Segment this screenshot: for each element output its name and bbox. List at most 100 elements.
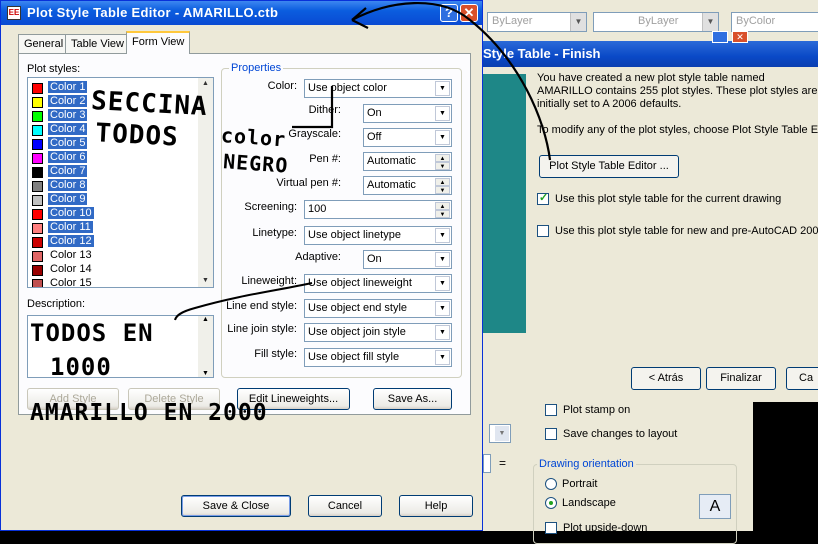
dither-select[interactable]: On ▼ (363, 104, 452, 123)
combo-value: ByLayer (492, 15, 533, 27)
spin-up-icon[interactable]: ▲ (435, 202, 450, 210)
button-label: Save As... (387, 393, 438, 405)
button-label: Save & Close (202, 500, 270, 512)
save-as-button[interactable]: Save As... (373, 388, 452, 410)
plot-style-name: Color 9 (48, 193, 88, 205)
color-swatch (32, 265, 43, 276)
tab-form-view[interactable]: Form View (126, 31, 191, 54)
checkbox[interactable] (545, 522, 557, 535)
plot-style-combo[interactable]: ByColor (731, 12, 818, 32)
checkbox[interactable] (537, 191, 549, 206)
checkbox[interactable] (537, 225, 549, 238)
color-value: Use object color (308, 82, 387, 94)
spin-down-icon[interactable]: ▼ (435, 186, 450, 194)
use-for-current-drawing[interactable]: Use this plot style table for the curren… (537, 191, 782, 206)
small-combo[interactable]: ▼ (489, 424, 511, 443)
grayscale-value: Off (367, 131, 382, 143)
virtual-pen-label: Virtual pen #: (276, 177, 341, 189)
virtual-pen-stepper[interactable]: Automatic ▲ ▼ (363, 176, 452, 195)
plot-style-name: Color 11 (48, 221, 93, 233)
tab-general[interactable]: General (18, 34, 70, 53)
equals-sign: = (499, 456, 507, 470)
upside-down-option[interactable]: Plot upside-down (545, 522, 647, 535)
linetype-label: Linetype: (252, 227, 297, 239)
small-combo-2[interactable] (483, 454, 491, 473)
plot-stamp-option[interactable]: Plot stamp on (545, 404, 631, 417)
radio[interactable] (545, 497, 557, 510)
screening-value: 100 (308, 203, 327, 215)
use-for-new-drawings[interactable]: Use this plot style table for new and pr… (537, 225, 818, 238)
landscape-option[interactable]: Landscape (545, 497, 616, 510)
checkbox-label: Plot stamp on (563, 404, 631, 416)
radio-label: Portrait (562, 478, 598, 490)
spin-up-icon[interactable]: ▲ (435, 154, 450, 162)
layer-lineweight-combo[interactable]: ByLayer ▼ (593, 12, 719, 32)
plot-style-table-editor-button[interactable]: Plot Style Table Editor ... (539, 155, 679, 178)
combo-value: ByColor (736, 15, 776, 27)
back-button[interactable]: < Atrás (631, 367, 701, 390)
linetype-select[interactable]: Use object linetype ▼ (304, 226, 452, 245)
color-swatch (32, 209, 43, 220)
finish-window-title: Style Table - Finish (483, 46, 601, 61)
portrait-option[interactable]: Portrait (545, 478, 598, 491)
save-changes-option[interactable]: Save changes to layout (545, 428, 677, 441)
color-swatch (32, 181, 43, 192)
annotation-yellow-in: AMARILLO EN 2000 (30, 398, 268, 428)
color-swatch (32, 223, 43, 234)
cancel-button[interactable]: Ca (786, 367, 818, 390)
spin-up-icon[interactable]: ▲ (435, 178, 450, 186)
lineweight-value: Use object lineweight (308, 277, 412, 289)
checkbox[interactable] (545, 404, 557, 417)
color-select[interactable]: Use object color ▼ (304, 79, 452, 98)
chevron-down-icon: ▼ (702, 13, 718, 31)
line-join-style-select[interactable]: Use object join style ▼ (304, 323, 452, 342)
tab-label: General (24, 38, 64, 50)
annotation-line-2: NEGRO (222, 149, 290, 178)
radio[interactable] (545, 478, 557, 491)
scroll-up-icon[interactable]: ▲ (198, 316, 213, 323)
help-button[interactable]: Help (399, 495, 473, 517)
help-icon[interactable]: ? (440, 4, 458, 22)
annotation-all-in: TODOS EN 1000 (30, 316, 154, 384)
layer-linetype-combo[interactable]: ByLayer ▼ (487, 12, 587, 32)
plot-style-name: Color 3 (48, 109, 88, 121)
finish-body-text: You have created a new plot style table … (537, 72, 818, 110)
color-swatch (32, 125, 43, 136)
chevron-down-icon: ▼ (435, 228, 450, 243)
restore-icon[interactable] (712, 31, 728, 43)
dialog-title: Plot Style Table Editor - AMARILLO.ctb (27, 5, 279, 20)
annotation-select-all: SECCINA TODOS (89, 85, 209, 155)
close-icon[interactable]: ✕ (460, 4, 478, 22)
plot-style-table-editor-dialog: EE Plot Style Table Editor - AMARILLO.ct… (0, 0, 483, 531)
tab-label: Table View (71, 38, 124, 50)
cancel-button[interactable]: Cancel (308, 495, 382, 517)
linetype-value: Use object linetype (308, 229, 401, 241)
spin-down-icon[interactable]: ▼ (435, 162, 450, 170)
checkbox-label: Use this plot style table for the curren… (555, 193, 782, 205)
plot-style-name: Color 5 (48, 137, 88, 149)
checkbox[interactable] (545, 428, 557, 441)
adaptive-select[interactable]: On ▼ (363, 250, 452, 269)
finish-button[interactable]: Finalizar (706, 367, 776, 390)
tab-table-view[interactable]: Table View (65, 34, 130, 53)
chevron-down-icon: ▼ (435, 350, 450, 365)
wizard-side-panel (483, 74, 526, 333)
line-join-style-value: Use object join style (308, 326, 406, 338)
lineweight-select[interactable]: Use object lineweight ▼ (304, 274, 452, 293)
line-end-style-select[interactable]: Use object end style ▼ (304, 299, 452, 318)
pen-stepper[interactable]: Automatic ▲ ▼ (363, 152, 452, 171)
save-close-button[interactable]: Save & Close (181, 495, 291, 517)
scroll-down-icon[interactable]: ▼ (198, 370, 213, 377)
screening-stepper[interactable]: 100 ▲ ▼ (304, 200, 452, 219)
color-swatch (32, 83, 43, 94)
grayscale-select[interactable]: Off ▼ (363, 128, 452, 147)
plot-style-name: Color 7 (48, 165, 88, 177)
annotation-line-2: TODOS (94, 118, 180, 153)
finish-window-titlebar: Style Table - Finish (483, 41, 818, 67)
chevron-down-icon: ▼ (435, 325, 450, 340)
fill-style-select[interactable]: Use object fill style ▼ (304, 348, 452, 367)
close-icon[interactable]: ✕ (732, 31, 748, 43)
tab-label: Form View (132, 36, 185, 48)
spin-down-icon[interactable]: ▼ (435, 210, 450, 218)
chevron-down-icon: ▼ (435, 301, 450, 316)
